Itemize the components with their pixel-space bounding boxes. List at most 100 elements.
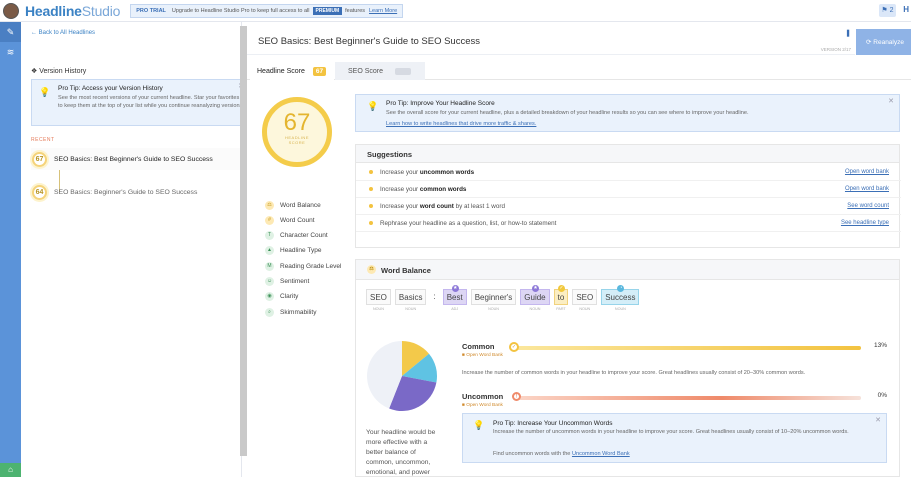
word-balance-pie bbox=[367, 341, 437, 411]
lightbulb-icon: 💡 bbox=[473, 420, 485, 430]
history-item[interactable]: 64 SEO Basics: Beginner's Guide to SEO S… bbox=[31, 181, 249, 203]
learn-more-link[interactable]: Learn More bbox=[369, 8, 397, 14]
headline-word[interactable]: Beginner's NOUN bbox=[470, 289, 517, 315]
headline-score-gauge: 67 HEADLINE SCORE bbox=[262, 97, 332, 167]
score-nav-item[interactable]: # Word Count bbox=[265, 214, 365, 226]
lightbulb-icon: 💡 bbox=[367, 101, 379, 111]
part-of-speech: NOUN bbox=[529, 307, 541, 311]
home-icon[interactable]: ⌂ bbox=[0, 463, 21, 477]
grade-icon: M bbox=[265, 261, 274, 271]
headline-word[interactable]: : bbox=[430, 289, 438, 315]
magnify-icon: ⌕ bbox=[265, 307, 274, 317]
bookmark-icon[interactable]: ❚ bbox=[845, 29, 851, 37]
score-nav-label: Reading Grade Level bbox=[280, 262, 342, 270]
common-words-meter: Common ■ Open Word Bank ✓ 13% Increase t… bbox=[462, 342, 887, 382]
pencil-icon[interactable]: ✎ bbox=[0, 22, 21, 42]
common-label: Common bbox=[462, 342, 495, 351]
back-link[interactable]: ← Back to All Headlines bbox=[31, 30, 95, 36]
reanalyze-button[interactable]: ⟳ Reanalyze bbox=[856, 29, 911, 55]
main-panel: SEO Basics: Best Beginner's Guide to SEO… bbox=[247, 22, 911, 477]
suggestion-link[interactable]: See headline type bbox=[841, 220, 889, 226]
version-tip: 💡 Pro Tip: Access your Version History S… bbox=[31, 79, 249, 126]
score-tabs: Headline Score 67 SEO Score bbox=[247, 62, 911, 80]
check-icon: ✓ bbox=[509, 342, 519, 352]
close-icon[interactable]: ✕ bbox=[875, 416, 881, 424]
history-item[interactable]: 67 SEO Basics: Best Beginner's Guide to … bbox=[31, 148, 249, 170]
common-percent: 13% bbox=[873, 342, 887, 349]
score-nav-label: Word Count bbox=[280, 216, 315, 224]
headline-word[interactable]: ◔ Success NOUN bbox=[601, 285, 640, 315]
stack-icon: ❖ bbox=[31, 68, 38, 75]
headline-word[interactable]: ✓ to PART bbox=[553, 285, 569, 315]
common-fill bbox=[513, 346, 861, 350]
suggestion-link[interactable]: See word count bbox=[847, 203, 889, 209]
part-of-speech: PART bbox=[556, 307, 566, 311]
part-of-speech: ADJ bbox=[451, 307, 459, 311]
score-nav-item[interactable]: M Reading Grade Level bbox=[265, 260, 365, 272]
headline-word[interactable]: ★ Best ADJ bbox=[442, 285, 467, 315]
common-description: Increase the number of common words in y… bbox=[462, 370, 806, 376]
score-nav-label: Word Balance bbox=[280, 201, 321, 209]
tip-link[interactable]: Learn how to write headlines that drive … bbox=[386, 121, 536, 127]
headline-word[interactable]: ★ Guide NOUN bbox=[520, 285, 550, 315]
score-nav-label: Clarity bbox=[280, 293, 299, 301]
app-window: HeadlineStudio PRO TRIAL Upgrade to Head… bbox=[0, 0, 911, 477]
suggestion-link[interactable]: Open word bank bbox=[845, 169, 889, 175]
suggestion-link[interactable]: Open word bank bbox=[845, 186, 889, 192]
help-link[interactable]: H bbox=[903, 5, 909, 14]
tab-seo-score[interactable]: SEO Score bbox=[335, 62, 425, 80]
history-title: SEO Basics: Best Beginner's Guide to SEO… bbox=[54, 155, 213, 163]
tab-headline-score[interactable]: Headline Score 67 bbox=[250, 62, 334, 80]
word-text: SEO bbox=[366, 289, 391, 305]
suggestion-row: Increase your uncommon words Open word ba… bbox=[356, 164, 901, 181]
uncommon-word-bank-link[interactable]: Uncommon Word Bank bbox=[572, 451, 630, 457]
text-icon: T bbox=[265, 231, 274, 241]
headline-words: SEO NOUN Basics NOUN: ★ Best ADJ Beginner's NOUN… bbox=[366, 285, 643, 315]
promo-banner: PRO TRIAL Upgrade to Headline Studio Pro… bbox=[130, 3, 404, 18]
uncommon-percent: 0% bbox=[877, 392, 887, 399]
score-nav-item[interactable]: ◉ Clarity bbox=[265, 291, 365, 303]
headline-word[interactable]: SEO NOUN bbox=[572, 289, 598, 315]
bullet-dot bbox=[369, 221, 373, 225]
suggestion-row: Rephrase your headline as a question, li… bbox=[356, 215, 901, 232]
tip-link-text: Find uncommon words with the Uncommon Wo… bbox=[493, 451, 630, 457]
score-nav-item[interactable]: T Character Count bbox=[265, 230, 365, 242]
score-nav-item[interactable]: ⌕ Skimmability bbox=[265, 306, 365, 318]
score-nav-item[interactable]: ▲ Headline Type bbox=[265, 245, 365, 257]
suggestion-text: Increase your common words bbox=[380, 185, 467, 193]
suggestion-text: Increase your word count by at least 1 w… bbox=[380, 202, 505, 210]
open-word-bank-link[interactable]: ■ Open Word Bank bbox=[462, 353, 503, 358]
headline-word[interactable]: Basics NOUN bbox=[394, 289, 427, 315]
tip-body: See the most recent versions of your cur… bbox=[58, 95, 244, 109]
tip-title: Pro Tip: Improve Your Headline Score bbox=[386, 100, 495, 107]
uncommon-words-meter: Uncommon ■ Open Word Bank ! 0% bbox=[462, 392, 887, 412]
avatar[interactable] bbox=[3, 2, 19, 19]
uncommon-fill bbox=[513, 396, 861, 400]
version-label: VERSION 2/17 bbox=[820, 47, 851, 52]
open-word-bank-link[interactable]: ■ Open Word Bank bbox=[462, 403, 503, 408]
notifications-button[interactable]: ⚑ 2 bbox=[879, 4, 896, 17]
close-icon[interactable]: ✕ bbox=[888, 97, 894, 105]
part-of-speech: NOUN bbox=[579, 307, 591, 311]
score-tip: 💡 Pro Tip: Improve Your Headline Score S… bbox=[355, 94, 900, 132]
uncommon-track bbox=[513, 396, 861, 400]
headline-word[interactable]: SEO NOUN bbox=[366, 289, 391, 315]
bullet-dot bbox=[369, 187, 373, 191]
headline-title[interactable]: SEO Basics: Best Beginner's Guide to SEO… bbox=[258, 36, 480, 47]
history-title: SEO Basics: Beginner's Guide to SEO Succ… bbox=[54, 188, 198, 196]
score-nav-item[interactable]: ☺ Sentiment bbox=[265, 276, 365, 288]
score-label: HEADLINE SCORE bbox=[284, 135, 309, 145]
graduation-cap-icon[interactable]: ≋ bbox=[0, 42, 21, 62]
word-type-icon: ★ bbox=[451, 285, 459, 292]
logo[interactable]: HeadlineStudio bbox=[25, 3, 120, 19]
word-text: Beginner's bbox=[470, 289, 517, 305]
word-balance-card: ⚖ Word Balance SEO NOUN Basics NOUN: ★ Best ADJ… bbox=[355, 259, 900, 477]
premium-badge: PREMIUM bbox=[312, 6, 343, 15]
top-bar: HeadlineStudio PRO TRIAL Upgrade to Head… bbox=[0, 0, 911, 22]
score-badge-empty bbox=[395, 67, 412, 75]
score-nav-label: Headline Type bbox=[280, 247, 322, 255]
score-nav-item[interactable]: ⚖ Word Balance bbox=[265, 199, 365, 211]
promo-text: Upgrade to Headline Studio Pro to keep f… bbox=[171, 7, 310, 14]
word-text: Basics bbox=[394, 289, 427, 305]
scrollbar[interactable] bbox=[240, 26, 247, 456]
